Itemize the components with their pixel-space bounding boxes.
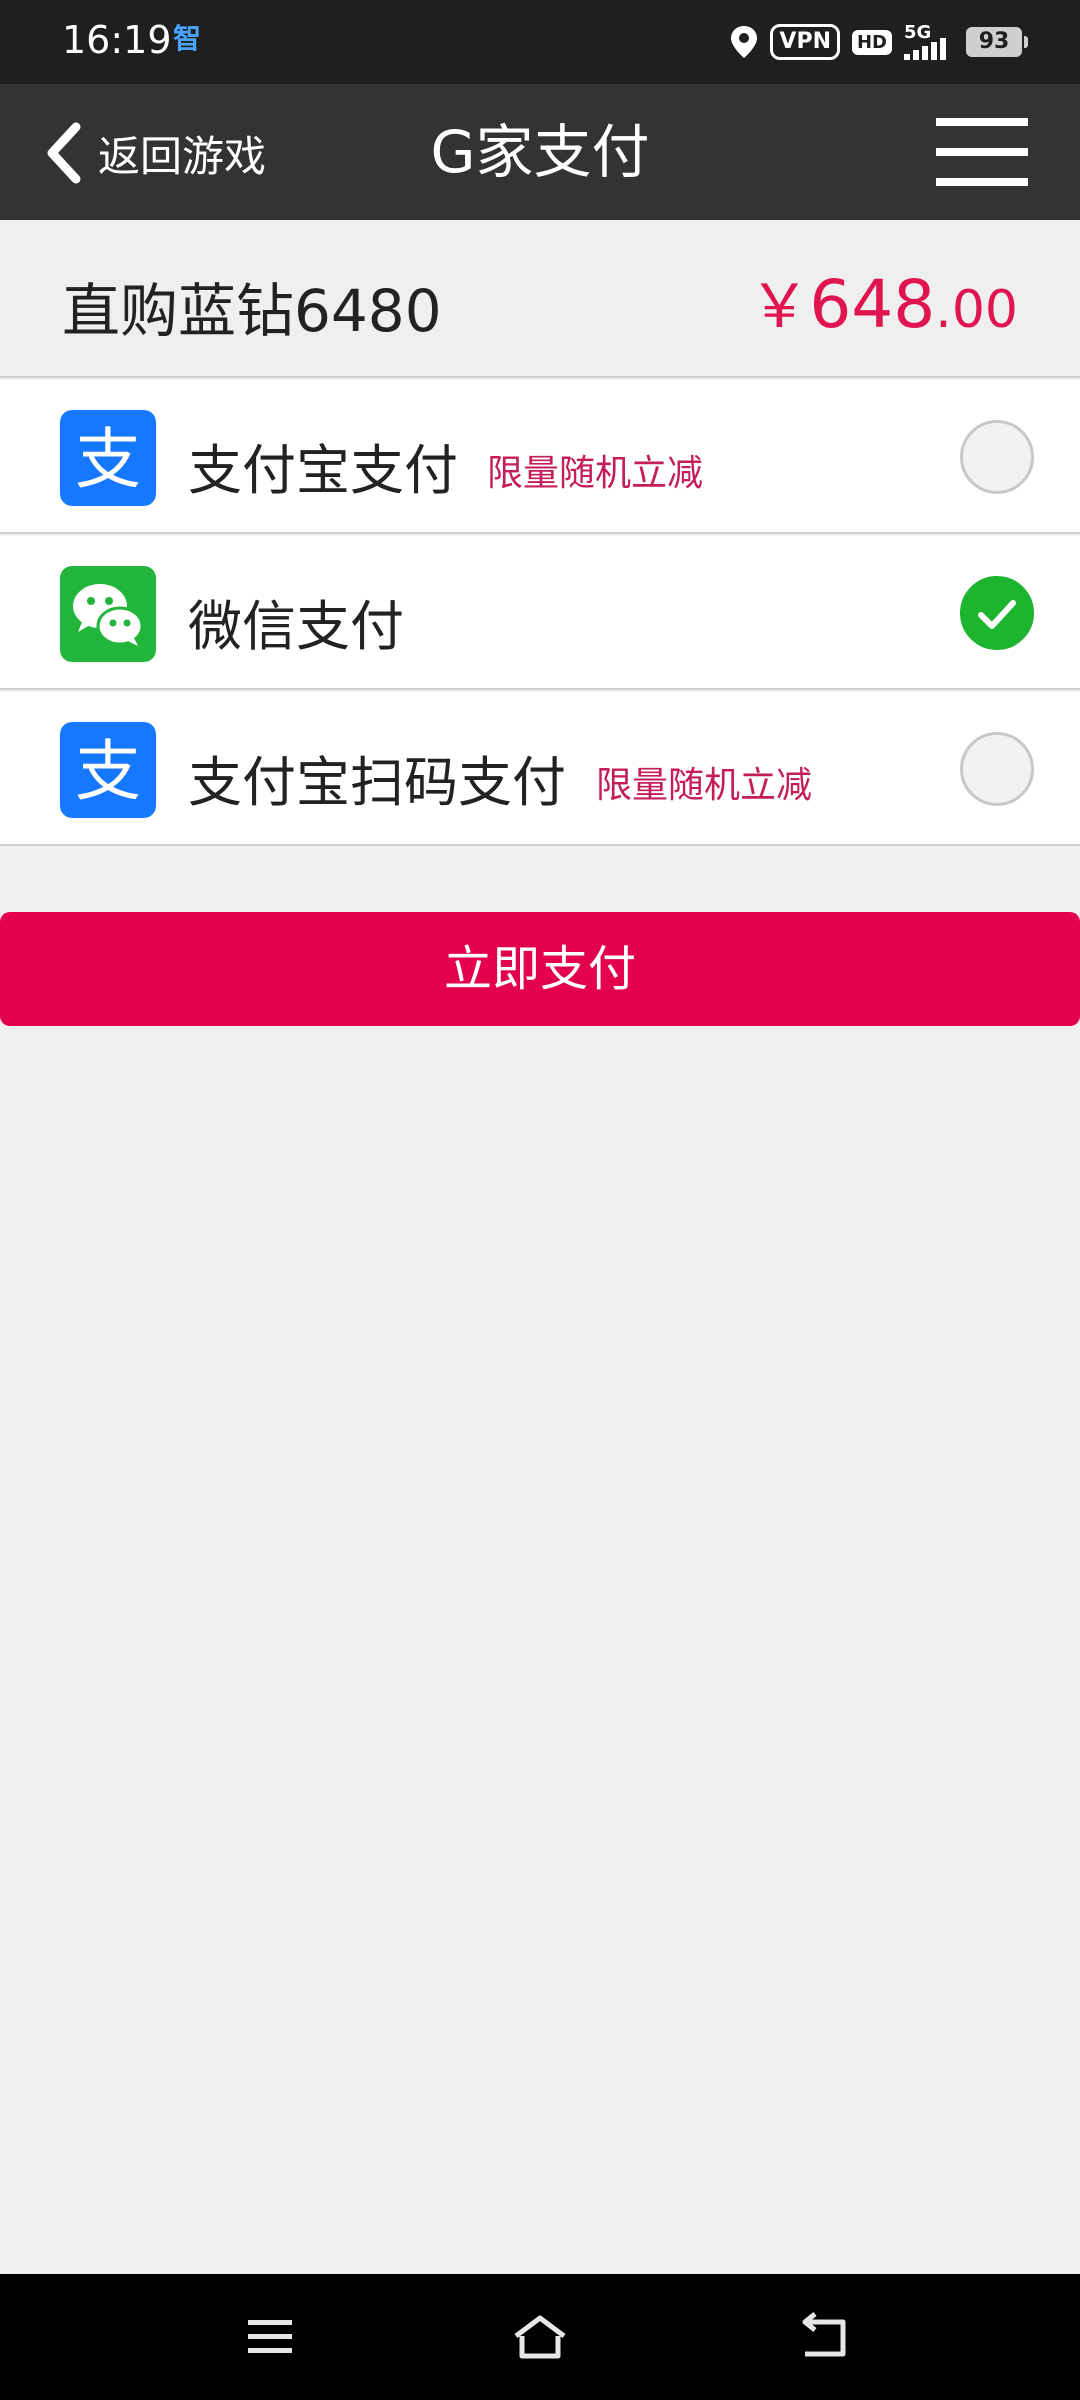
home-icon[interactable] <box>510 2312 570 2362</box>
payment-option-label: 支付宝扫码支付 <box>188 751 566 814</box>
location-icon <box>731 26 758 58</box>
chevron-left-icon <box>47 122 81 184</box>
back-to-game-button[interactable]: 返回游戏 <box>44 118 266 188</box>
promo-label: 限量随机立减 <box>487 453 704 494</box>
signal-icon: 5G <box>904 22 954 62</box>
back-label: 返回游戏 <box>98 131 267 181</box>
checkmark-icon <box>978 600 1016 629</box>
payment-option-label: 微信支付 <box>188 595 404 658</box>
menu-icon <box>936 118 1028 126</box>
promo-label: 限量随机立减 <box>596 765 813 806</box>
payment-option-label: 支付宝支付 <box>188 439 458 502</box>
product-price: ￥648.00 <box>749 258 1018 345</box>
app-notification-icon: 智 <box>172 22 201 55</box>
pay-now-button[interactable]: 立即支付 <box>0 912 1080 1026</box>
wechat-icon <box>60 566 156 662</box>
payment-option-alipay[interactable]: 支 支付宝支付 限量随机立减 <box>0 380 1080 534</box>
payment-option-alipay-scan[interactable]: 支 支付宝扫码支付 限量随机立减 <box>0 692 1080 846</box>
status-bar: 16:19 智 VPN HD 5G 93 <box>0 0 1080 84</box>
status-indicators: VPN HD 5G 93 <box>730 18 1028 66</box>
price-decimal: .00 <box>935 280 1018 340</box>
radio-button[interactable] <box>960 732 1034 806</box>
radio-button-selected[interactable] <box>960 576 1034 650</box>
system-nav-bar <box>0 2274 1080 2400</box>
hd-icon: HD <box>851 29 892 55</box>
svg-text:支: 支 <box>75 421 141 498</box>
vpn-icon: VPN <box>770 24 840 60</box>
alipay-icon: 支 <box>60 722 156 818</box>
menu-button[interactable] <box>936 118 1028 186</box>
payment-option-wechat[interactable]: 微信支付 <box>0 536 1080 690</box>
product-name: 直购蓝钻6480 <box>62 277 442 345</box>
price-currency: ￥ <box>749 272 810 342</box>
app-header: 返回游戏 G家支付 <box>0 84 1080 220</box>
alipay-icon: 支 <box>60 410 156 506</box>
battery-icon: 93 <box>966 27 1028 57</box>
svg-text:支: 支 <box>75 733 141 810</box>
recent-apps-icon[interactable] <box>240 2312 300 2362</box>
price-integer: 648 <box>809 266 936 343</box>
radio-button[interactable] <box>960 420 1034 494</box>
back-icon[interactable] <box>795 2312 855 2362</box>
status-time: 16:19 <box>62 18 172 62</box>
product-summary: 直购蓝钻6480 ￥648.00 <box>0 220 1080 378</box>
